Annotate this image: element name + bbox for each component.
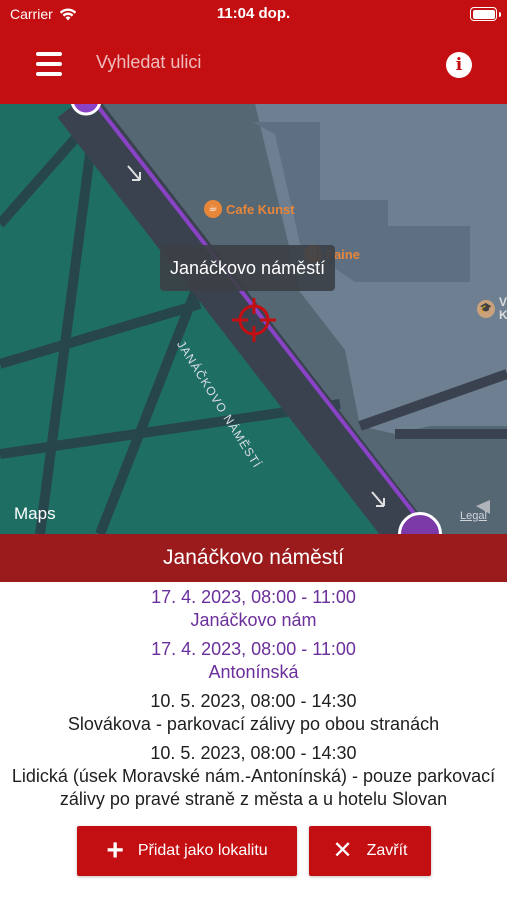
street-search-input[interactable]: Vyhledat ulici [96,52,201,78]
crosshair-icon [232,298,276,342]
maps-logo-text: Maps [14,504,56,523]
coffee-icon: ☕ [204,200,222,218]
event-place: Lidická (úsek Moravské nám.-Antonínská) … [11,766,496,809]
event-place: Janáčkovo nám [190,610,317,630]
event-date: 10. 5. 2023, 08:00 - 14:30 [150,691,357,711]
event-date: 17. 4. 2023, 08:00 - 11:00 [151,639,356,659]
nav-bar: Vyhledat ulici i [0,28,507,104]
add-location-label: Přidat jako lokalitu [137,842,268,859]
status-time: 11:04 dop. [216,5,291,22]
info-icon[interactable]: i [446,52,472,78]
app-screen: Carrier 11:04 dop. Vyhledat ulici i ☕ Ca… [0,0,507,900]
poi-school[interactable]: 🎓 V K [477,296,507,322]
hamburger-menu-icon[interactable] [36,52,62,76]
event-place: Antonínská [208,662,299,682]
list-item: 17. 4. 2023, 08:00 - 11:00 Janáčkovo nám [0,582,507,634]
status-bar: Carrier 11:04 dop. [0,0,507,28]
legal-link[interactable]: Legal [460,510,487,522]
apple-maps-logo: Maps [12,504,56,524]
plus-icon: + [106,834,124,867]
list-item: 10. 5. 2023, 08:00 - 14:30 Slovákova - p… [0,686,507,738]
close-icon: ✕ [332,837,353,864]
event-date: 17. 4. 2023, 08:00 - 11:00 [151,587,356,607]
detail-title: Janáčkovo náměstí [0,534,507,582]
list-item: 10. 5. 2023, 08:00 - 14:30 Lidická (úsek… [0,738,507,813]
event-date: 10. 5. 2023, 08:00 - 14:30 [150,743,357,763]
poi-cafe-label: Cafe Kunst [226,201,295,217]
location-tooltip: Janáčkovo náměstí [160,245,336,291]
add-location-button[interactable]: + Přidat jako lokalitu [77,826,297,876]
event-list[interactable]: 17. 4. 2023, 08:00 - 11:00 Janáčkovo nám… [0,582,507,822]
poi-partial-label: V K [499,295,507,322]
event-place: Slovákova - parkovací zálivy po obou str… [67,714,440,734]
close-button[interactable]: ✕ Zavřít [309,826,431,876]
battery-icon [470,7,501,21]
close-label: Zavřít [366,842,408,859]
map-view[interactable]: ☕ Cafe Kunst 🍴 Faine 🎓 V K JANÁČKOVO NÁM… [0,104,507,534]
graduation-cap-icon: 🎓 [477,300,495,318]
list-item: 17. 4. 2023, 08:00 - 11:00 Antonínská [0,634,507,686]
poi-cafe[interactable]: ☕ Cafe Kunst [204,200,295,218]
